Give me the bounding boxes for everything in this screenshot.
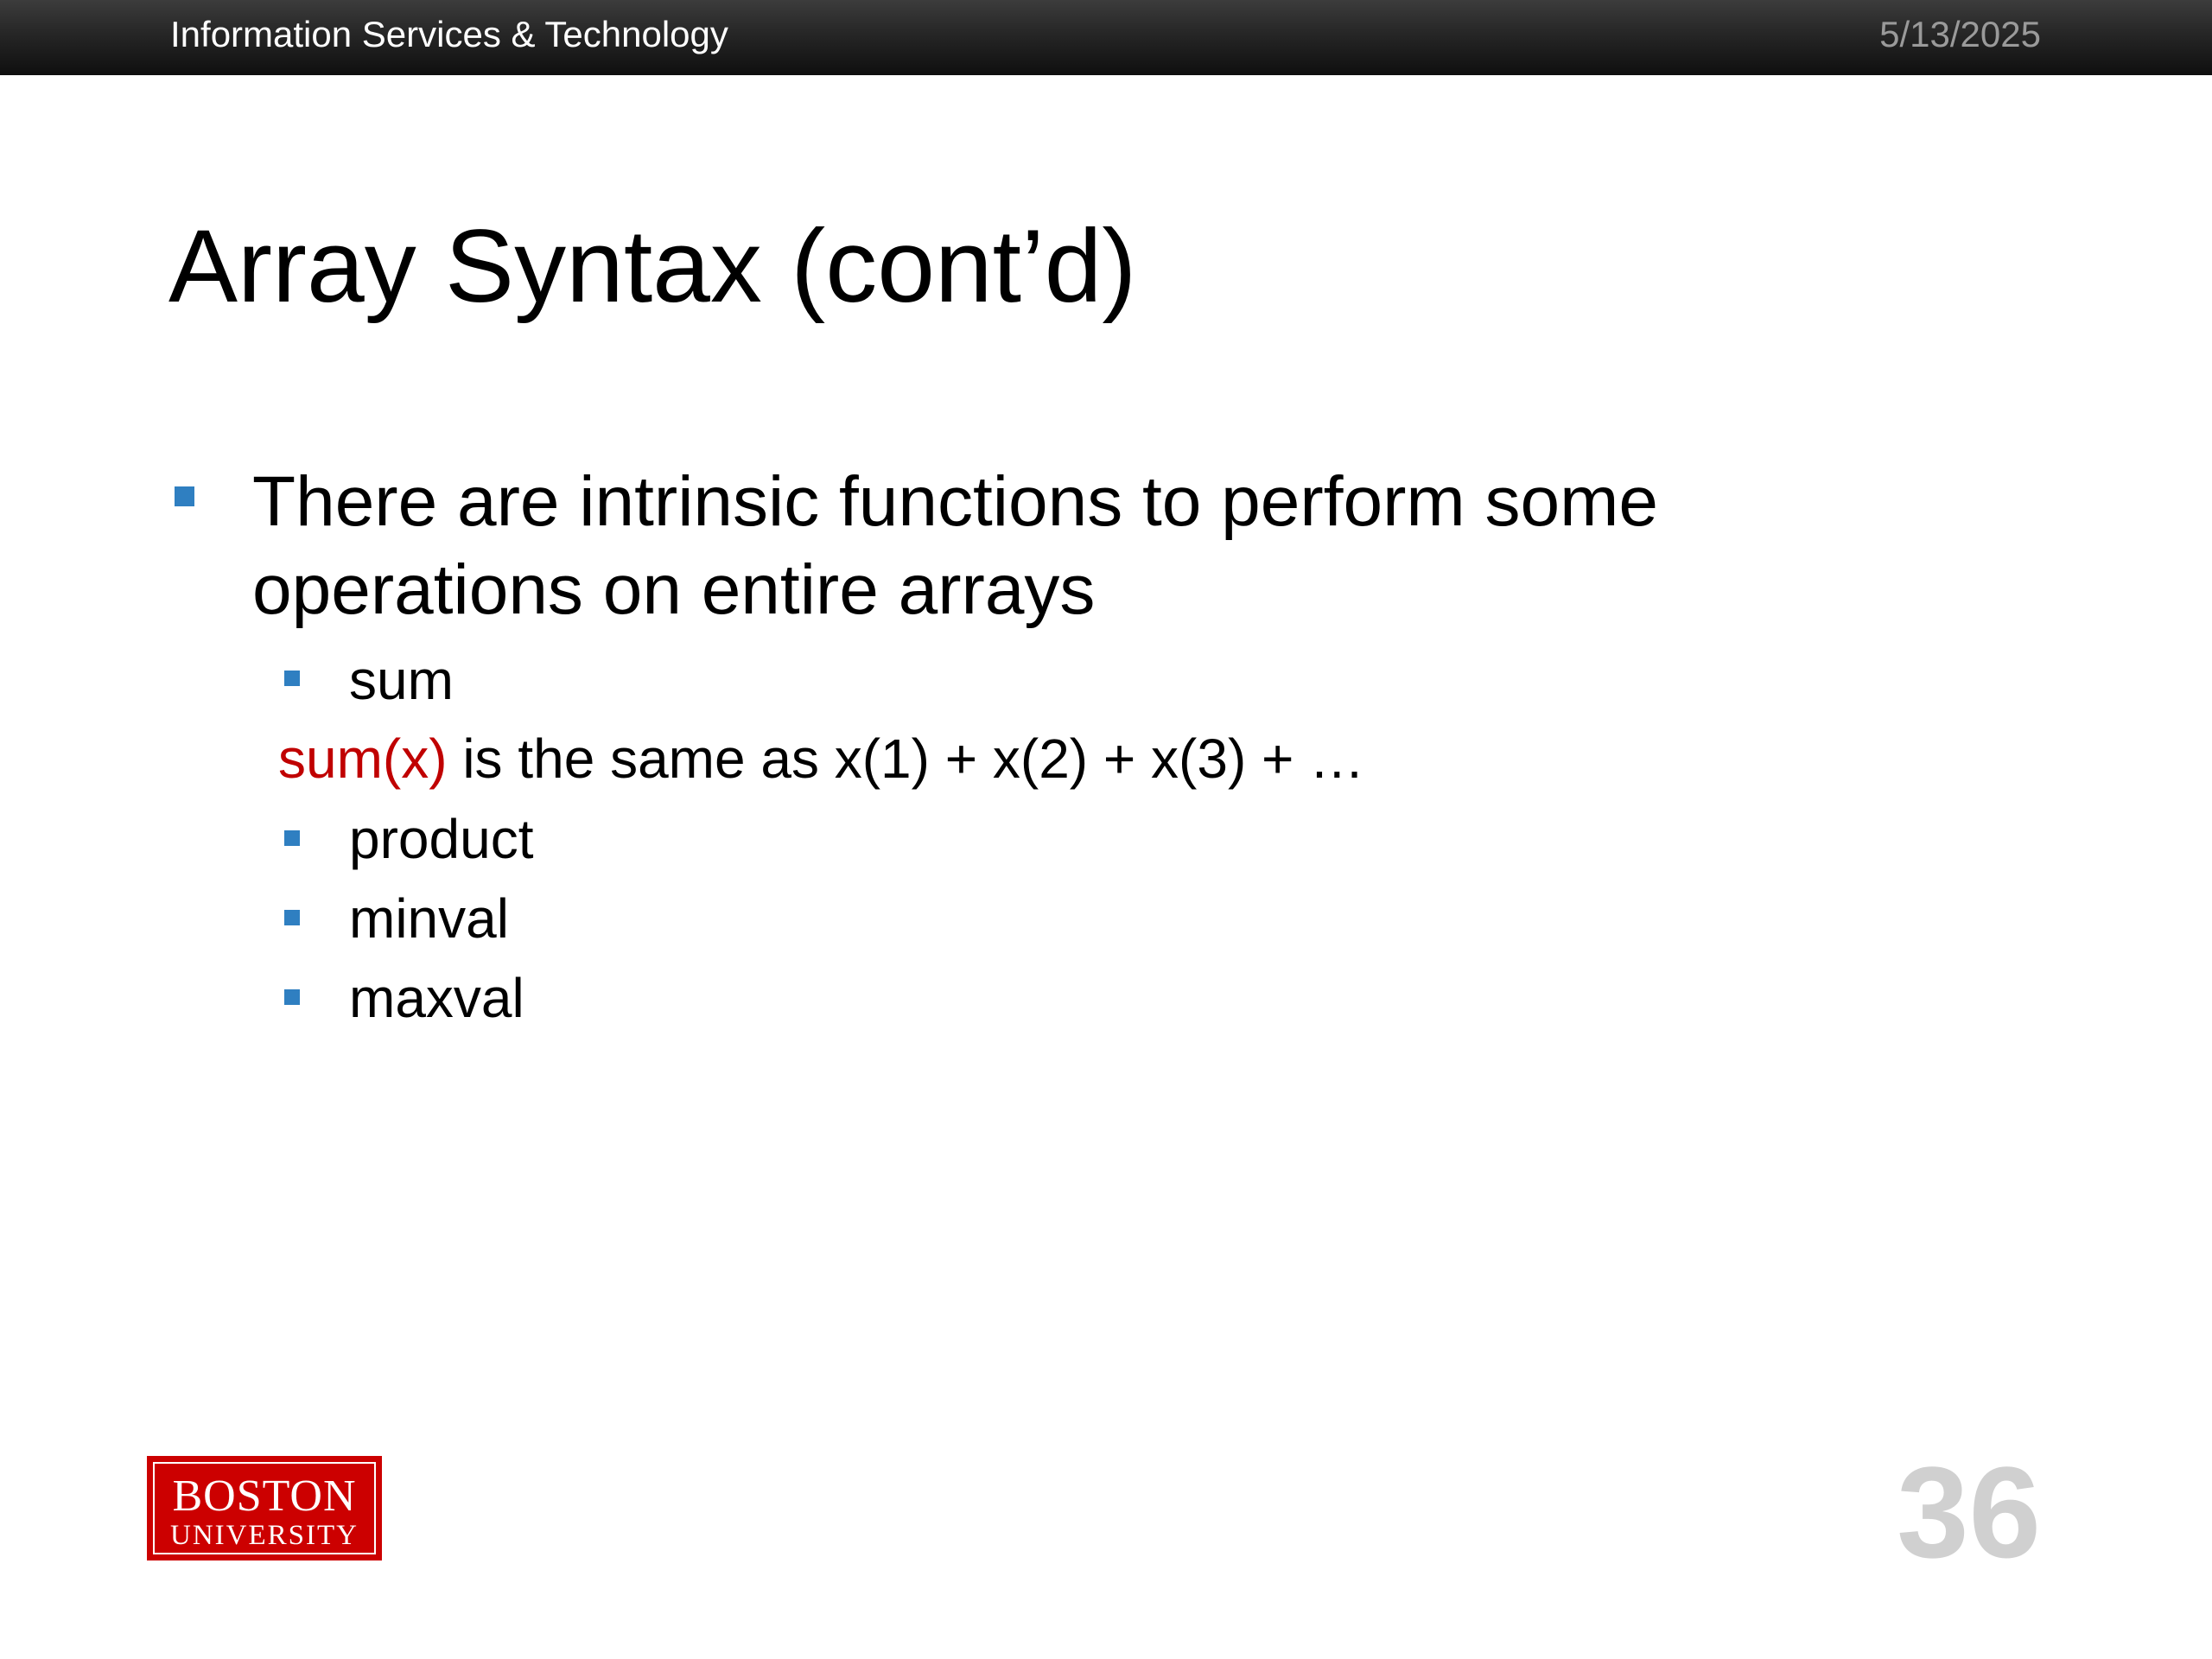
sub-item-sum: sum bbox=[349, 649, 454, 711]
boston-university-logo: BOSTON UNIVERSITY bbox=[147, 1456, 382, 1560]
page-number: 36 bbox=[1897, 1440, 2041, 1585]
bullet-text: There are intrinsic functions to perform… bbox=[252, 462, 1658, 629]
slide-title: Array Syntax (cont’d) bbox=[168, 208, 1137, 324]
equation-highlight: sum(x) bbox=[278, 728, 448, 790]
header-bar: Information Services & Technology 5/13/2… bbox=[0, 0, 2212, 75]
logo-line-university: UNIVERSITY bbox=[170, 1520, 359, 1551]
header-date: 5/13/2025 bbox=[1879, 14, 2041, 54]
slide: Information Services & Technology 5/13/2… bbox=[0, 0, 2212, 1659]
sub-bullet-square-icon bbox=[284, 830, 300, 846]
sub-bullet-square-icon bbox=[284, 671, 300, 686]
sub-item-product: product bbox=[349, 808, 534, 870]
logo-line-boston: BOSTON bbox=[172, 1471, 357, 1521]
equation-rest: is the same as x(1) + x(2) + x(3) + … bbox=[447, 728, 1365, 790]
bullet-square-icon bbox=[175, 486, 194, 506]
sub-bullet-square-icon bbox=[284, 910, 300, 925]
sub-bullet-square-icon bbox=[284, 989, 300, 1005]
sub-item-minval: minval bbox=[349, 887, 509, 950]
equation-line: sum(x) is the same as x(1) + x(2) + x(3)… bbox=[278, 724, 1364, 793]
header-organization: Information Services & Technology bbox=[170, 14, 728, 54]
sub-item-maxval: maxval bbox=[349, 967, 524, 1029]
